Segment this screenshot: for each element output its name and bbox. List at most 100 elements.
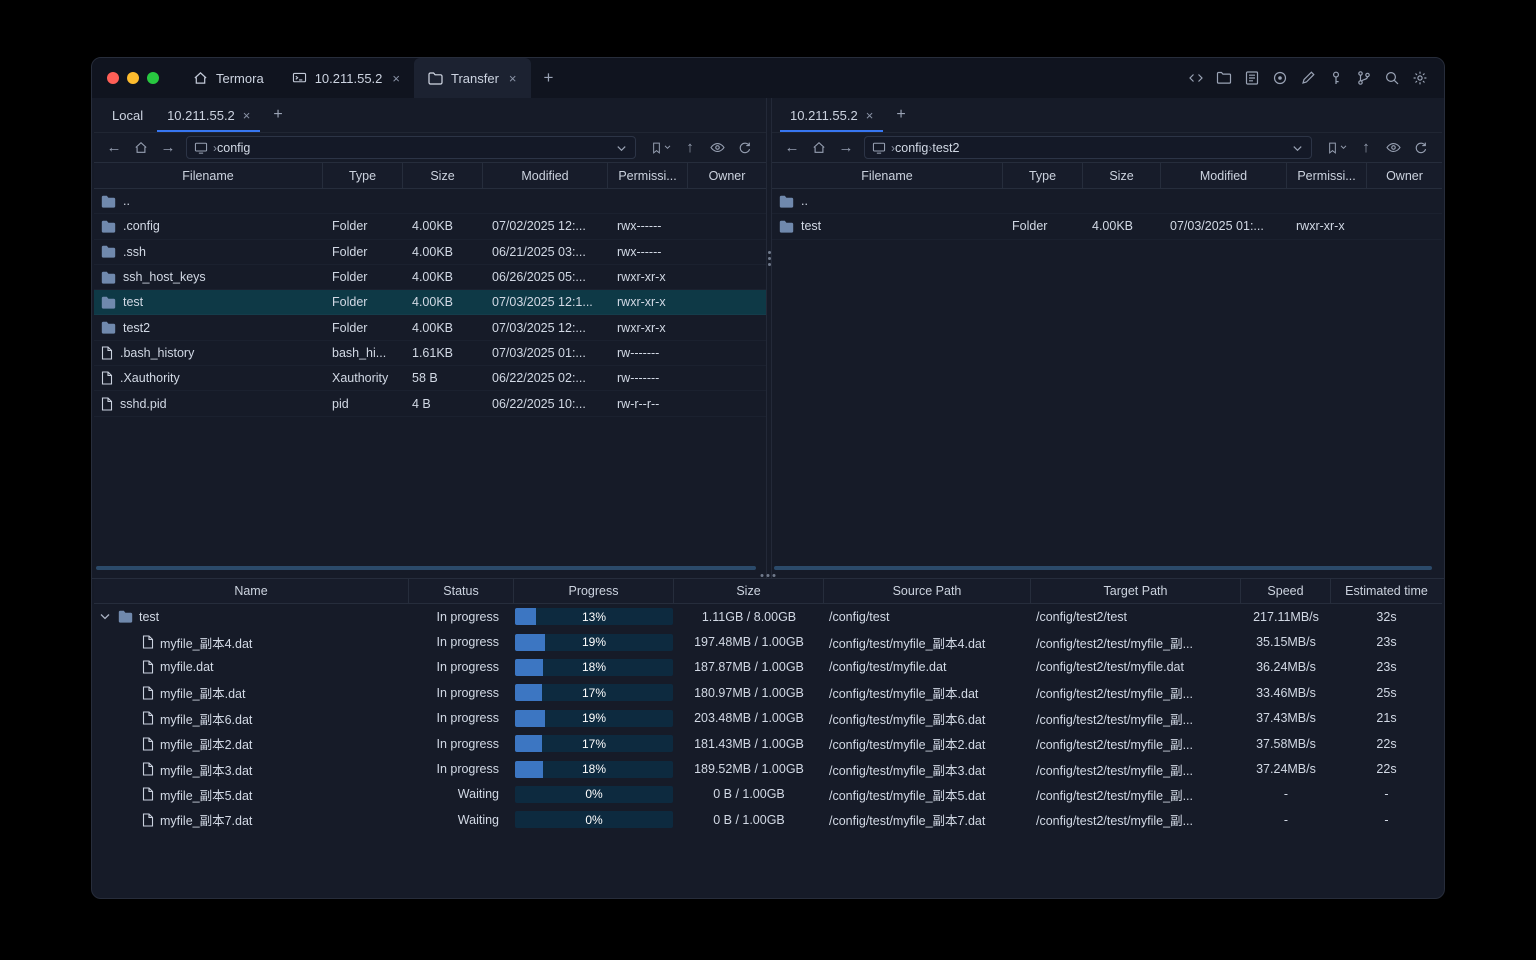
column-header[interactable]: Filename — [94, 163, 323, 188]
home-button[interactable] — [128, 141, 154, 154]
app-tab-host[interactable]: 10.211.55.2 × — [278, 58, 414, 98]
forward-button[interactable]: → — [156, 139, 180, 156]
file-row[interactable]: test Folder 4.00KB 07/03/2025 01:... rwx… — [772, 214, 1442, 240]
refresh-button[interactable] — [1408, 141, 1434, 155]
column-header[interactable]: Size — [403, 163, 483, 188]
transfer-row[interactable]: test In progress 13% 1.11GB / 8.00GB /co… — [94, 604, 1442, 629]
close-tab-icon[interactable]: × — [866, 108, 874, 123]
home-button[interactable] — [806, 141, 832, 154]
code-icon[interactable] — [1187, 70, 1204, 87]
chevron-down-icon[interactable] — [1291, 142, 1304, 154]
column-header[interactable]: Owner — [688, 163, 766, 188]
transfer-row[interactable]: myfile_副本7.dat Waiting 0% 0 B / 1.00GB /… — [94, 807, 1442, 832]
show-hidden-button[interactable] — [704, 141, 730, 154]
transfer-size: 197.48MB / 1.00GB — [694, 635, 804, 650]
folder-icon[interactable] — [1215, 70, 1232, 87]
progress-bar: 19% — [515, 709, 673, 727]
bookmark-button[interactable] — [1320, 141, 1352, 155]
column-header[interactable]: Type — [323, 163, 403, 188]
file-row[interactable]: .ssh Folder 4.00KB 06/21/2025 03:... rwx… — [94, 240, 766, 265]
panel-tab-local[interactable]: Local — [100, 98, 155, 132]
back-button[interactable]: ← — [780, 139, 804, 156]
transfer-row[interactable]: myfile_副本4.dat In progress 19% 197.48MB … — [94, 629, 1442, 654]
column-header[interactable]: Target Path — [1031, 579, 1241, 603]
chevron-down-icon[interactable] — [98, 613, 112, 620]
forward-button[interactable]: → — [834, 139, 858, 156]
new-panel-tab-button[interactable]: + — [885, 98, 916, 132]
file-row[interactable]: .. — [772, 189, 1442, 215]
new-panel-tab-button[interactable]: + — [262, 98, 293, 132]
file-row[interactable]: ssh_host_keys Folder 4.00KB 06/26/2025 0… — [94, 265, 766, 291]
transfer-status: In progress — [436, 711, 499, 726]
back-button[interactable]: ← — [102, 139, 126, 156]
column-header[interactable]: Status — [409, 579, 514, 603]
upload-button[interactable]: ↑ — [1354, 139, 1378, 156]
file-row[interactable]: sshd.pid pid 4 B 06/22/2025 10:... rw-r-… — [94, 391, 766, 417]
settings-icon[interactable] — [1411, 70, 1428, 87]
file-row[interactable]: .config Folder 4.00KB 07/02/2025 12:... … — [94, 214, 766, 240]
folder-icon — [101, 245, 116, 258]
horizontal-scrollbar[interactable] — [96, 566, 756, 570]
file-row[interactable]: test2 Folder 4.00KB 07/03/2025 12:... rw… — [94, 315, 766, 341]
path-segment[interactable]: config — [895, 141, 928, 155]
branch-icon[interactable] — [1355, 70, 1372, 87]
path-segment[interactable]: test2 — [932, 141, 959, 155]
file-row[interactable]: .Xauthority Xauthority 58 B 06/22/2025 0… — [94, 366, 766, 392]
show-hidden-button[interactable] — [1380, 141, 1406, 154]
new-app-tab-button[interactable]: + — [531, 58, 567, 98]
column-header[interactable]: Source Path — [824, 579, 1031, 603]
transfer-size: 187.87MB / 1.00GB — [694, 660, 804, 675]
panel-tab-host[interactable]: 10.211.55.2 × — [778, 98, 885, 132]
column-header[interactable]: Modified — [483, 163, 608, 188]
file-row[interactable]: test Folder 4.00KB 07/03/2025 12:1... rw… — [94, 290, 766, 316]
search-icon[interactable] — [1383, 70, 1400, 87]
file-permissions: rwxr-xr-x — [617, 270, 666, 285]
close-window-button[interactable] — [107, 72, 119, 84]
column-header[interactable]: Name — [94, 579, 409, 603]
path-bar[interactable]: ›config›test2 — [864, 136, 1312, 159]
column-header[interactable]: Size — [1083, 163, 1161, 188]
panel-tab-host[interactable]: 10.211.55.2 × — [155, 98, 262, 132]
close-tab-icon[interactable]: × — [392, 71, 400, 86]
column-header[interactable]: Permissi... — [1287, 163, 1367, 188]
file-row[interactable]: .bash_history bash_hi... 1.61KB 07/03/20… — [94, 341, 766, 367]
app-tab-transfer[interactable]: Transfer × — [414, 58, 531, 98]
transfer-row[interactable]: myfile_副本2.dat In progress 17% 181.43MB … — [94, 731, 1442, 756]
transfer-row[interactable]: myfile_副本.dat In progress 17% 180.97MB /… — [94, 680, 1442, 705]
column-header[interactable]: Filename — [772, 163, 1003, 188]
upload-button[interactable]: ↑ — [678, 139, 702, 156]
edit-icon[interactable] — [1299, 70, 1316, 87]
log-icon[interactable] — [1243, 70, 1260, 87]
horizontal-scrollbar[interactable] — [774, 566, 1432, 570]
column-header[interactable]: Permissi... — [608, 163, 688, 188]
minimize-window-button[interactable] — [127, 72, 139, 84]
file-name: .bash_history — [120, 345, 195, 360]
path-bar[interactable]: ›config — [186, 136, 636, 159]
close-tab-icon[interactable]: × — [243, 108, 251, 123]
column-header[interactable]: Modified — [1161, 163, 1287, 188]
column-header[interactable]: Speed — [1241, 579, 1331, 603]
path-segment[interactable]: config — [217, 141, 250, 155]
bookmark-button[interactable] — [644, 141, 676, 155]
maximize-window-button[interactable] — [147, 72, 159, 84]
column-header[interactable]: Type — [1003, 163, 1083, 188]
transfer-row[interactable]: myfile_副本6.dat In progress 19% 203.48MB … — [94, 706, 1442, 731]
app-tab-termora[interactable]: Termora — [179, 58, 278, 98]
column-header[interactable]: Progress — [514, 579, 674, 603]
record-icon[interactable] — [1271, 70, 1288, 87]
file-icon — [142, 686, 154, 700]
key-icon[interactable] — [1327, 70, 1344, 87]
column-header[interactable]: Estimated time — [1331, 579, 1442, 603]
transfer-row[interactable]: myfile_副本5.dat Waiting 0% 0 B / 1.00GB /… — [94, 782, 1442, 807]
file-type: pid — [332, 396, 349, 411]
column-header[interactable]: Owner — [1367, 163, 1442, 188]
file-row[interactable]: .. — [94, 189, 766, 215]
column-header[interactable]: Size — [674, 579, 824, 603]
splitter-handle-icon[interactable] — [766, 574, 770, 577]
refresh-button[interactable] — [732, 141, 758, 155]
chevron-down-icon[interactable] — [615, 142, 628, 154]
source-path: /config/test — [829, 609, 890, 624]
transfer-row[interactable]: myfile.dat In progress 18% 187.87MB / 1.… — [94, 655, 1442, 680]
transfer-row[interactable]: myfile_副本3.dat In progress 18% 189.52MB … — [94, 756, 1442, 781]
close-tab-icon[interactable]: × — [509, 71, 517, 86]
